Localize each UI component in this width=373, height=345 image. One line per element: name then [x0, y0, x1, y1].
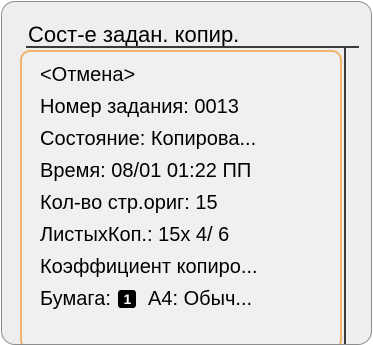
- list-item-cancel[interactable]: <Отмена>: [40, 59, 135, 91]
- copy-job-status-screen: Сост-е задан. копир. <Отмена> Номер зада…: [1, 1, 372, 345]
- screen-title: Сост-е задан. копир.: [28, 22, 240, 47]
- scrollbar[interactable]: [344, 46, 346, 344]
- paper-value: A4: Обыч...: [148, 288, 253, 310]
- paper-label: Бумага:: [40, 288, 111, 310]
- list-item-sheets-copies[interactable]: ЛистыхКоп.: 15x 4/ 6: [40, 219, 229, 251]
- list-item-original-pages[interactable]: Кол-во стр.ориг: 15: [40, 187, 218, 219]
- list-item-paper[interactable]: Бумага: 1 A4: Обыч...: [40, 283, 252, 315]
- list-item-status[interactable]: Состояние: Копирова...: [40, 123, 256, 155]
- list-item-time[interactable]: Время: 08/01 01:22 ПП: [40, 155, 251, 187]
- list-item-job-number[interactable]: Номер задания: 0013: [40, 91, 239, 123]
- title-divider: [26, 46, 358, 48]
- list-item-copy-ratio[interactable]: Коэффициент копиро...: [40, 251, 258, 283]
- scrollbar-thumb[interactable]: [345, 46, 359, 48]
- tray-number-badge: 1: [118, 290, 137, 308]
- job-details-list: <Отмена> Номер задания: 0013 Состояние: …: [20, 50, 342, 344]
